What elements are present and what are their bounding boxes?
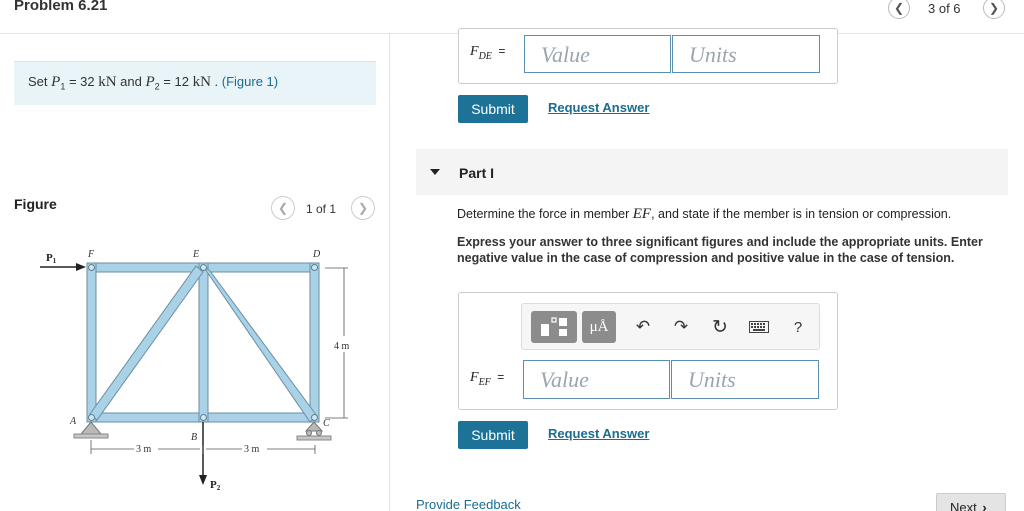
- span-right-dimension: 3 m: [244, 444, 260, 455]
- prev-submit-button[interactable]: Submit: [458, 95, 528, 123]
- prev-value-input[interactable]: Value: [524, 35, 671, 73]
- page-indicator: 3 of 6: [928, 1, 961, 16]
- figure-heading: Figure: [14, 196, 57, 212]
- variable-label: FEF =: [470, 370, 505, 388]
- help-button[interactable]: ?: [789, 316, 807, 338]
- arrow-down-icon: [199, 475, 207, 485]
- keyboard-icon: [749, 321, 769, 333]
- given-and: and: [116, 74, 146, 89]
- joint-a-label: A: [69, 416, 77, 427]
- member-name: EF: [632, 206, 652, 222]
- figure-prev-button[interactable]: ❮: [271, 196, 295, 220]
- p2-symbol: P: [145, 74, 155, 90]
- redo-button[interactable]: ↷: [671, 316, 691, 338]
- units-button[interactable]: μÅ: [582, 311, 616, 343]
- reset-button[interactable]: ↻: [709, 316, 731, 338]
- given-prefix: Set: [28, 74, 48, 89]
- prev-problem-button[interactable]: ❮: [888, 0, 910, 19]
- joint-c-label: C: [323, 418, 330, 429]
- prev-request-answer-link[interactable]: Request Answer: [548, 100, 649, 115]
- value-input[interactable]: Value: [523, 360, 670, 399]
- p1-symbol: P: [51, 74, 61, 90]
- given-period: .: [210, 74, 222, 89]
- member-be: [198, 262, 209, 423]
- chevron-left-icon: ❮: [893, 1, 905, 15]
- member-ec: [202, 265, 318, 423]
- svg-text:P1: P1: [46, 252, 57, 265]
- arrow-right-icon: [76, 263, 86, 271]
- undo-button[interactable]: ↶: [633, 316, 653, 338]
- column-divider: [389, 33, 390, 511]
- figure-link[interactable]: (Figure 1): [222, 74, 278, 89]
- member-af: [86, 262, 97, 423]
- templates-icon: [541, 317, 567, 336]
- chevron-left-icon: ❮: [277, 201, 289, 215]
- joint-f-label: F: [87, 249, 95, 260]
- height-dimension: 4 m: [334, 341, 350, 352]
- figure-next-button[interactable]: ❯: [351, 196, 375, 220]
- request-answer-link[interactable]: Request Answer: [548, 426, 649, 441]
- joint-e-label: E: [192, 249, 199, 260]
- next-label: Next: [950, 500, 977, 511]
- truss-figure: P1 P2 A B C D E F 4 m 3 m 3 m: [40, 249, 350, 492]
- provide-feedback-link[interactable]: Provide Feedback: [416, 497, 521, 511]
- chevron-right-icon: ❯: [357, 201, 369, 215]
- undo-icon: ↶: [635, 317, 651, 336]
- problem-title: Problem 6.21: [14, 0, 108, 14]
- prev-units-input[interactable]: Units: [672, 35, 820, 73]
- joint-d-label: D: [312, 249, 321, 260]
- p2-unit: kN: [192, 74, 211, 90]
- part-label: Part I: [459, 165, 495, 181]
- next-problem-button[interactable]: ❯: [983, 0, 1005, 19]
- prev-variable-label: FDE =: [470, 44, 506, 62]
- instructions-text: Express your answer to three significant…: [457, 235, 983, 265]
- question-text: Determine the force in member EF, and st…: [457, 206, 952, 222]
- templates-button[interactable]: [531, 311, 577, 343]
- joint-b-label: B: [191, 432, 197, 443]
- given-values: Set P1 = 32 kN and P2 = 12 kN . (Figure …: [14, 61, 376, 105]
- next-button[interactable]: Next ›: [936, 493, 1006, 511]
- member-cd: [309, 262, 320, 423]
- redo-icon: ↷: [673, 317, 689, 336]
- member-ae: [89, 265, 204, 421]
- svg-text:P2: P2: [210, 479, 221, 492]
- p1-value: = 32: [65, 74, 99, 89]
- reset-icon: ↻: [712, 316, 728, 338]
- part-header[interactable]: [416, 149, 1008, 195]
- keyboard-button[interactable]: [748, 318, 770, 336]
- figure-count: 1 of 1: [306, 202, 337, 216]
- submit-button[interactable]: Submit: [458, 421, 528, 449]
- pin-support-icon: [73, 421, 109, 439]
- p2-value: = 12: [159, 74, 193, 89]
- p1-unit: kN: [98, 74, 117, 90]
- caret-down-icon[interactable]: [430, 169, 440, 175]
- chevron-right-icon: ›: [982, 500, 987, 511]
- span-left-dimension: 3 m: [136, 444, 152, 455]
- chevron-right-icon: ❯: [988, 1, 1000, 15]
- units-input[interactable]: Units: [671, 360, 819, 399]
